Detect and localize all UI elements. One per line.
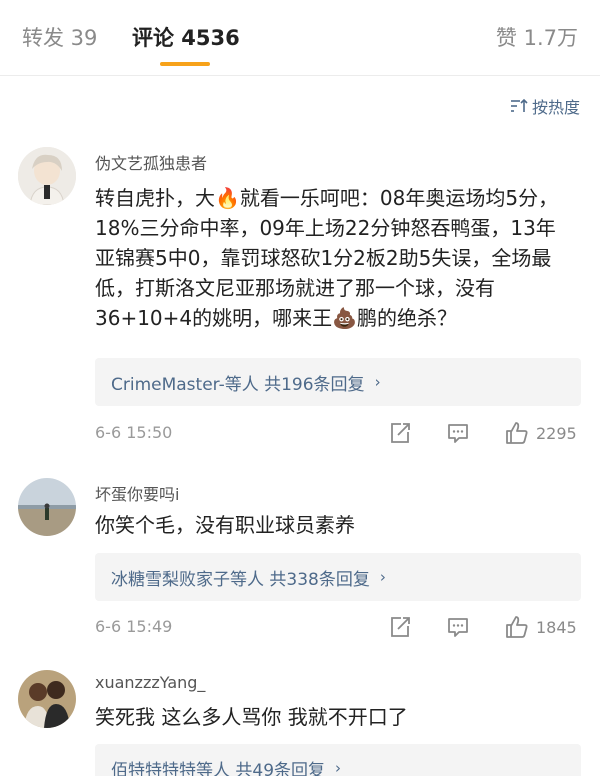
like-count: 1845 [536,617,577,637]
comment-username[interactable]: 伪文艺孤独患者 [95,150,207,174]
thumbs-up-icon [506,422,528,444]
sort-icon [510,98,528,112]
replies-summary: CrimeMaster-等人 共196条回复 [111,374,365,395]
avatar-image [18,147,76,205]
avatar-image [18,478,76,536]
sort-button[interactable]: 按热度 [510,94,580,118]
sort-label: 按热度 [531,98,580,117]
replies-link[interactable]: CrimeMaster-等人 共196条回复 › [95,358,581,406]
comment-text: 转自虎扑，大🔥就看一乐呵吧：08年奥运场均5分，18%三分命中率，09年上场22… [95,186,559,330]
comment-text: 笑死我 这么多人骂你 我就不开口了 [95,705,408,729]
thumbs-up-icon [506,616,528,638]
comment-icon [448,424,468,443]
tab-reposts[interactable]: 转发 39 [22,22,97,52]
chevron-right-icon: › [379,568,386,586]
comment-tabs: 转发 39 评论 4536 赞 1.7万 [0,0,600,76]
replies-summary: 冰糖雪梨败家子等人 共338条回复 [111,569,370,590]
avatar[interactable] [18,670,76,728]
tab-likes[interactable]: 赞 1.7万 [496,22,578,52]
chevron-right-icon: › [335,759,342,776]
reply-button[interactable] [446,421,470,445]
avatar[interactable] [18,147,76,205]
tab-comments[interactable]: 评论 4536 [132,22,240,52]
chevron-right-icon: › [374,373,381,391]
repost-button[interactable] [388,615,412,639]
replies-link[interactable]: 冰糖雪梨败家子等人 共338条回复 › [95,553,581,601]
repost-icon [391,617,410,637]
avatar-image [18,670,76,728]
replies-link[interactable]: 佰特特特特等人 共49条回复 › [95,744,581,776]
replies-summary: 佰特特特特等人 共49条回复 [111,760,326,776]
active-tab-indicator [160,62,210,66]
like-button[interactable]: 1845 [504,614,577,640]
comment-text: 你笑个毛，没有职业球员素养 [95,513,355,537]
avatar[interactable] [18,478,76,536]
comment-username[interactable]: 坏蛋你要吗i [95,481,179,505]
repost-button[interactable] [388,421,412,445]
comment-time: 6-6 15:50 [95,423,173,442]
comment-time: 6-6 15:49 [95,617,173,636]
comment-icon [448,618,468,637]
comment-username[interactable]: xuanzzzYang_ [95,673,205,692]
like-button[interactable]: 2295 [504,420,577,446]
reply-button[interactable] [446,615,470,639]
like-count: 2295 [536,423,577,443]
repost-icon [391,423,410,443]
